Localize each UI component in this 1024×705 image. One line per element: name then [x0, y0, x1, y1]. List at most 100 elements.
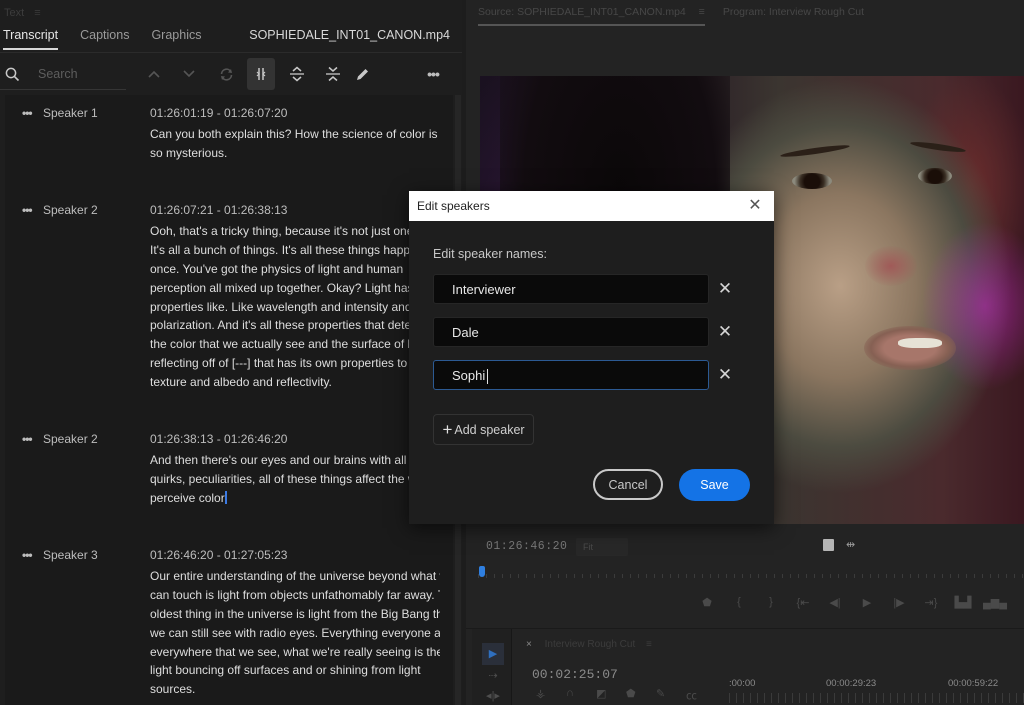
transcript-line[interactable]: sources.	[150, 680, 440, 699]
text-cursor	[487, 369, 488, 384]
play-icon[interactable]: ▶	[851, 596, 883, 609]
transcript-line[interactable]: And then there's our eyes and our brains…	[150, 451, 440, 470]
refresh-icon[interactable]	[216, 58, 236, 90]
monitor-tabs: Source: SOPHIEDALE_INT01_CANON.mp4 ≡ Pro…	[478, 6, 882, 26]
zoom-fit-select[interactable]: Fit	[576, 538, 628, 556]
add-marker-icon[interactable]: ⬟	[691, 596, 723, 609]
playhead[interactable]	[479, 566, 485, 577]
transcript-line[interactable]: everywhere that we see, what we're reall…	[150, 643, 440, 662]
source-scrubber[interactable]	[478, 568, 1024, 580]
segment-more-icon[interactable]: •••	[22, 548, 33, 562]
drag-video-icon[interactable]	[823, 539, 834, 551]
pencil-icon[interactable]	[352, 58, 372, 90]
transcript-line[interactable]: perception all mixed up together. Okay? …	[150, 279, 440, 298]
remove-speaker-icon[interactable]: ✕	[715, 322, 735, 342]
cancel-button[interactable]: Cancel	[593, 469, 663, 500]
timeline-timecode[interactable]: 00:02:25:07	[532, 667, 618, 682]
go-to-out-icon[interactable]: ⇥}	[915, 596, 947, 609]
panel-menu-icon[interactable]: ≡	[34, 7, 40, 19]
video-eye	[918, 168, 952, 184]
panel-title: Text	[4, 7, 25, 19]
save-button[interactable]: Save	[679, 469, 750, 501]
segment-text[interactable]: Ooh, that's a tricky thing, because it's…	[150, 222, 440, 392]
remove-speaker-icon[interactable]: ✕	[715, 279, 735, 299]
segment-speaker[interactable]: Speaker 1	[43, 106, 98, 120]
transcript-line[interactable]: so mysterious.	[150, 144, 440, 163]
transcript-line[interactable]: once. You've got the physics of light an…	[150, 260, 440, 279]
segment-speaker[interactable]: Speaker 3	[43, 548, 98, 562]
transcript-line[interactable]: quirks, peculiarities, all of these thin…	[150, 470, 440, 489]
segment-text[interactable]: Our entire understanding of the universe…	[150, 567, 440, 699]
tab-program-monitor[interactable]: Program: Interview Rough Cut	[723, 6, 864, 26]
transport-controls: ⬟ { } {⇤ ◀| ▶ |▶ ⇥} ▙▟ ▄▆▄	[691, 596, 1011, 609]
segment-more-icon[interactable]: •••	[22, 106, 33, 120]
captions-icon[interactable]: ㏄	[686, 687, 716, 703]
expand-icon[interactable]	[287, 58, 307, 90]
selection-tool-icon[interactable]: ▶	[482, 643, 504, 665]
chevron-down-icon[interactable]	[181, 58, 197, 90]
settings-wrench-icon[interactable]: ✎	[656, 687, 686, 703]
tab-captions[interactable]: Captions	[80, 28, 129, 48]
close-icon[interactable]: ×	[526, 639, 532, 650]
transcript-line[interactable]: texture and albedo and reflectivity.	[150, 373, 440, 392]
nest-icon[interactable]: ⚶	[536, 687, 566, 703]
transcript-line[interactable]: the color that we actually see and the s…	[150, 335, 440, 354]
collapse-icon[interactable]	[323, 58, 343, 90]
transcript-line[interactable]: Ooh, that's a tricky thing, because it's…	[150, 222, 440, 241]
speaker-name-field[interactable]	[433, 274, 709, 304]
panel-menu-icon[interactable]: ≡	[646, 639, 652, 650]
snap-icon[interactable]: ∩	[566, 687, 596, 703]
segment-timecode: 01:26:38:13 - 01:26:46:20	[150, 432, 288, 446]
timeline-tools: ⚶ ∩ ◩ ⬟ ✎ ㏄	[536, 687, 716, 703]
sequence-tab[interactable]: × Interview Rough Cut ≡	[526, 639, 652, 650]
segment-more-icon[interactable]: •••	[22, 432, 33, 446]
transcript-line[interactable]: Our entire understanding of the universe…	[150, 567, 440, 586]
time-ruler[interactable]	[729, 693, 1024, 703]
transcript-line[interactable]: It's all a bunch of things. It's all the…	[150, 241, 440, 260]
transcript-line[interactable]: can touch is light from objects unfathom…	[150, 586, 440, 605]
segment-speaker[interactable]: Speaker 2	[43, 432, 98, 446]
speaker-name-field[interactable]	[433, 317, 709, 347]
segment-speaker[interactable]: Speaker 2	[43, 203, 98, 217]
transcript-line[interactable]: polarization. And it's all these propert…	[150, 316, 440, 335]
ruler-label: 00:00:29:23	[826, 678, 877, 689]
search-input[interactable]	[38, 64, 118, 84]
segment-text[interactable]: And then there's our eyes and our brains…	[150, 451, 440, 508]
tab-graphics[interactable]: Graphics	[151, 28, 201, 48]
transcript-line[interactable]: we can still see with radio eyes. Everyt…	[150, 624, 440, 643]
transcript-line[interactable]: properties like. Like wavelength and int…	[150, 298, 440, 317]
transcript-line[interactable]: perceive color	[150, 489, 440, 508]
split-segment-icon[interactable]	[247, 58, 275, 90]
drag-audio-icon[interactable]: ⇹	[846, 538, 855, 551]
add-speaker-button[interactable]: + Add speaker	[433, 414, 534, 445]
sequence-name: Interview Rough Cut	[544, 639, 636, 650]
segment-more-icon[interactable]: •••	[22, 203, 33, 217]
panel-menu-icon[interactable]: ≡	[699, 6, 705, 18]
speaker-name-field[interactable]	[433, 360, 709, 390]
segment-text[interactable]: Can you both explain this? How the scien…	[150, 125, 440, 163]
step-back-icon[interactable]: ◀|	[819, 596, 851, 609]
go-to-in-icon[interactable]: {⇤	[787, 596, 819, 609]
ripple-edit-tool-icon[interactable]: ◂|▸	[482, 689, 504, 705]
mark-out-icon[interactable]: }	[755, 596, 787, 609]
mark-in-icon[interactable]: {	[723, 596, 755, 609]
transcript-line[interactable]: reflecting off of [---] that has its own…	[150, 354, 440, 373]
source-timecode[interactable]: 01:26:46:20	[486, 540, 567, 553]
overwrite-icon[interactable]: ▄▆▄	[979, 596, 1011, 609]
step-forward-icon[interactable]: |▶	[883, 596, 915, 609]
tab-transcript[interactable]: Transcript	[3, 28, 59, 50]
tab-source-monitor[interactable]: Source: SOPHIEDALE_INT01_CANON.mp4 ≡	[478, 6, 705, 26]
transcript-line[interactable]: oldest thing in the universe is light fr…	[150, 605, 440, 624]
close-icon[interactable]: ✕	[746, 197, 764, 215]
more-options-icon[interactable]: •••	[420, 58, 446, 90]
remove-speaker-icon[interactable]: ✕	[715, 365, 735, 385]
transcript-line[interactable]: Can you both explain this? How the scien…	[150, 125, 440, 144]
linked-selection-icon[interactable]: ◩	[596, 687, 626, 703]
search-icon[interactable]	[2, 58, 22, 90]
insert-icon[interactable]: ▙▟	[947, 596, 979, 609]
transcript-toolbar: •••	[0, 58, 462, 90]
add-marker-icon[interactable]: ⬟	[626, 687, 656, 703]
transcript-line[interactable]: light bouncing off surfaces and or shini…	[150, 661, 440, 680]
chevron-up-icon[interactable]	[146, 58, 162, 90]
track-select-tool-icon[interactable]: ⇢	[482, 669, 504, 687]
